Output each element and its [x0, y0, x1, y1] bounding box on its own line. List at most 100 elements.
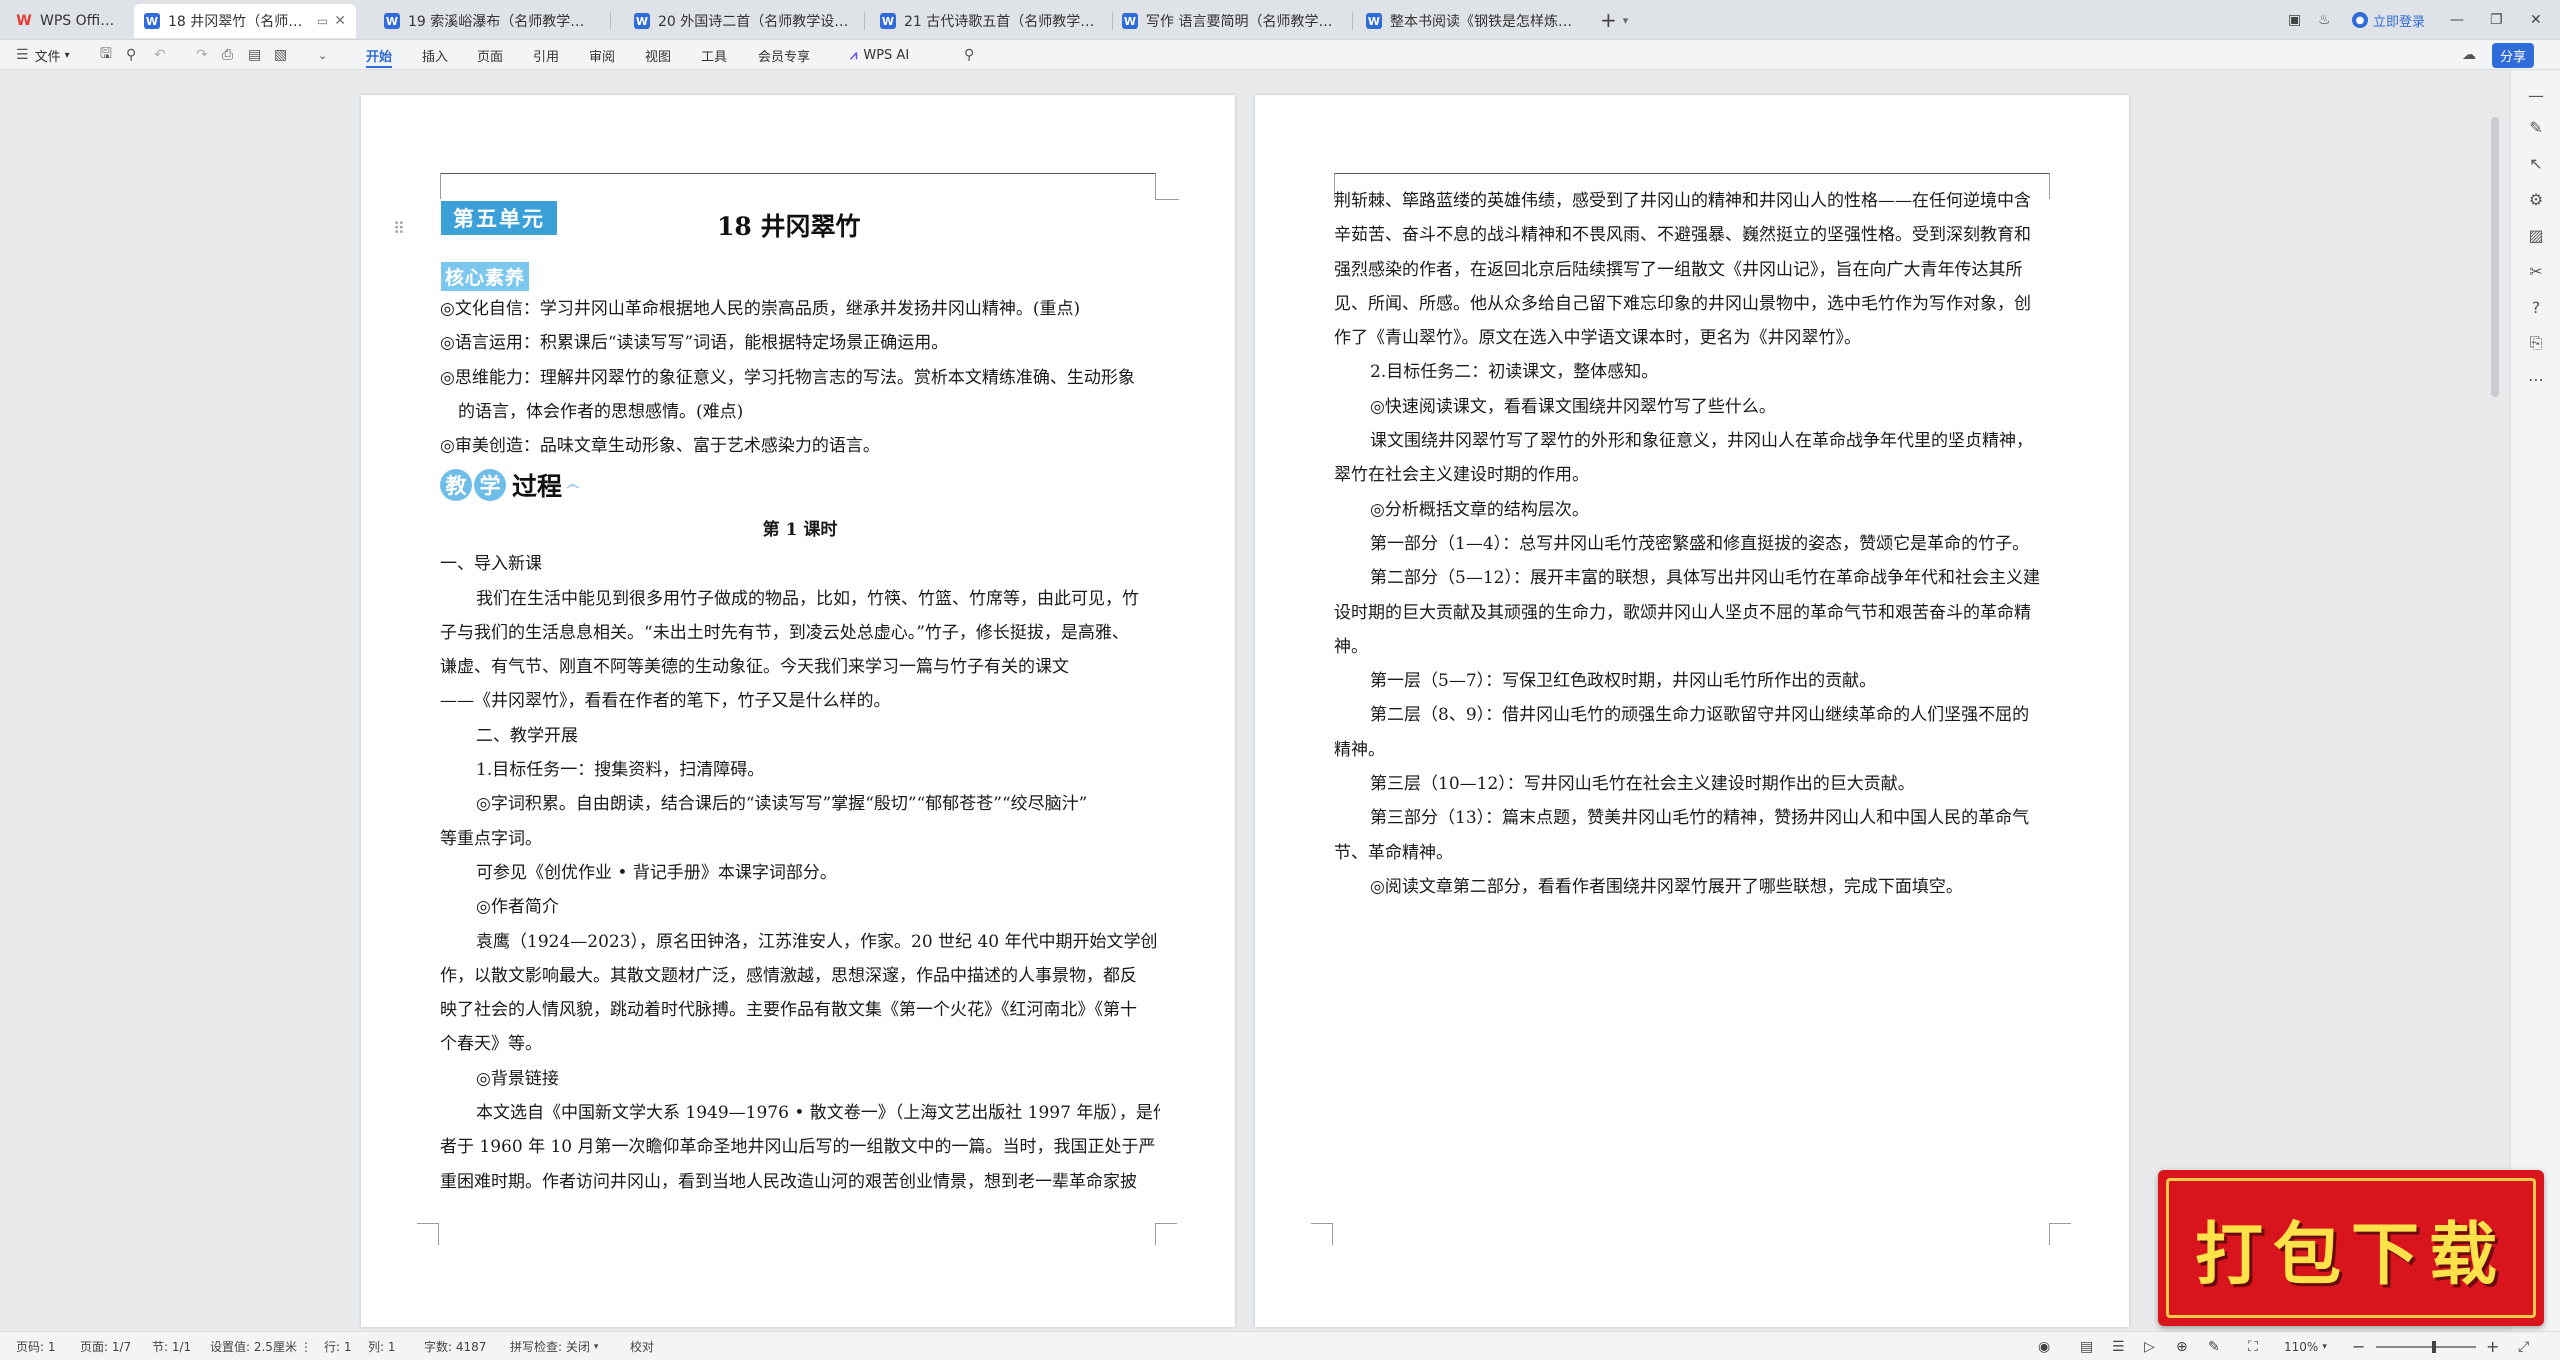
plus-icon: + [2486, 1337, 2500, 1356]
chevron-down-icon: ▾ [1622, 13, 1629, 27]
close-window-button[interactable]: ✕ [2530, 0, 2542, 40]
close-tab-icon[interactable]: ✕ [334, 13, 346, 29]
page-1-body: 第 1 课时 一、导入新课 我们在生活中能见到很多用竹子做成的物品，比如，竹筷、… [440, 513, 1160, 1199]
status-section[interactable]: 节: 1/1 [152, 1332, 191, 1360]
status-word-count[interactable]: 字数: 4187 [424, 1332, 486, 1360]
format-painter-button[interactable]: ▧ [274, 40, 287, 70]
help-button[interactable]: ? [2526, 297, 2546, 317]
search-button[interactable]: ⚲ [964, 40, 974, 70]
tab-doc-21[interactable]: W 21 古代诗歌五首（名师教学设计-简案） [870, 4, 1108, 38]
select-button[interactable]: ↖ [2526, 153, 2546, 173]
shirt-icon: ♨ [2318, 12, 2331, 28]
zoom-level[interactable]: 110% ▾ [2284, 1332, 2327, 1360]
tab-separator [610, 12, 611, 30]
ribbon-tab-tools[interactable]: 工具 [701, 40, 727, 70]
wps-ai-button[interactable]: ⩘ WPS AI [850, 40, 909, 70]
status-pages[interactable]: 页面: 1/7 [80, 1332, 131, 1360]
status-col[interactable]: 列: 1 [368, 1332, 396, 1360]
paragraph-line: 作，以散文影响最大。其散文题材广泛，感情激越，思想深邃，作品中描述的人事景物，都… [440, 965, 1137, 986]
status-spell-check[interactable]: 拼写检查: 关闭 ▾ [510, 1332, 598, 1360]
brush-icon: ▧ [274, 47, 288, 63]
cloud-sync-button[interactable]: ☁ [2462, 40, 2476, 70]
ribbon-tab-label: 引用 [533, 49, 560, 65]
status-row[interactable]: 行: 1 [324, 1332, 352, 1360]
ribbon-tab-view[interactable]: 视图 [645, 40, 671, 70]
layout-button[interactable]: ▣ [2288, 0, 2301, 40]
read-view-button[interactable]: ▷ [2144, 1332, 2155, 1360]
outline-view-button[interactable]: ☰ [2112, 1332, 2125, 1360]
document-page-2[interactable]: 荆斩棘、筚路蓝缕的英雄伟绩，感受到了井冈山的精神和井冈山人的性格——在任何逆境中… [1255, 95, 2129, 1327]
eye-icon: ◉ [2038, 1338, 2051, 1355]
backup-button[interactable]: ⎘ [2526, 333, 2546, 353]
user-icon: ● [2352, 12, 2368, 28]
core-item: 的语言，体会作者的思想感情。(难点) [458, 401, 744, 422]
layout-icon: ▣ [2288, 12, 2302, 28]
paragraph-line: 可参见《创优作业 • 背记手册》本课字词部分。 [476, 862, 837, 883]
tab-doc-book[interactable]: W 整本书阅读《钢铁是怎样炼成的》（名师教学设计-简案） [1356, 4, 1594, 38]
zoom-slider-handle[interactable] [2432, 1341, 2436, 1353]
collapse-panel-button[interactable]: — [2526, 85, 2546, 105]
document-page-1[interactable]: ⠿ 第五单元 18 井冈翠竹 核心素养 ◎文化自信：学习井冈山革命根据地人民的崇… [361, 95, 1235, 1327]
share-button[interactable]: 分享 [2492, 40, 2535, 70]
status-more[interactable]: ⋮ [300, 1332, 312, 1360]
tab-doc-20[interactable]: W 20 外国诗二首（名师教学设计-简案） [624, 4, 860, 38]
ribbon-tab-review[interactable]: 审阅 [589, 40, 615, 70]
ribbon-tab-label: 视图 [645, 49, 672, 65]
ribbon-tab-home[interactable]: 开始 [366, 40, 393, 70]
ribbon-tab-page[interactable]: 页面 [477, 40, 503, 70]
ribbon-tab-label: 页面 [477, 49, 504, 65]
pdf-button[interactable]: ▤ [248, 40, 261, 70]
more-quick-button[interactable]: ⌄ [318, 40, 327, 70]
page-view-icon: ▤ [2080, 1338, 2094, 1355]
save-button[interactable]: 🖫 [100, 40, 112, 70]
wrench-icon: ✂ [2529, 261, 2543, 281]
paragraph-line: 翠竹在社会主义建设时期的作用。 [1334, 465, 1589, 486]
chevron-down-icon: ▾ [2322, 1341, 2327, 1352]
screen-icon[interactable]: ▭ [317, 14, 328, 28]
login-button[interactable]: ● 立即登录 [2352, 0, 2425, 40]
save-icon: 🖫 [100, 46, 112, 62]
ribbon-tab-member[interactable]: 会员专享 [758, 40, 810, 70]
status-setting[interactable]: 设置值: 2.5厘米 [210, 1332, 297, 1360]
web-view-button[interactable]: ⊕ [2176, 1332, 2188, 1360]
vertical-scrollbar[interactable] [2491, 117, 2499, 397]
file-menu[interactable]: ☰ 文件 ▾ [16, 40, 70, 70]
edit-button[interactable]: ✎ [2526, 117, 2546, 137]
undo-button[interactable]: ↶ [154, 40, 166, 70]
skin-button[interactable]: ♨ [2318, 0, 2331, 40]
restore-button[interactable]: ❐ [2490, 0, 2503, 40]
download-pack-banner[interactable]: 打包下载 [2158, 1170, 2544, 1326]
ribbon-tab-insert[interactable]: 插入 [422, 40, 448, 70]
fit-page-button[interactable]: ⛶ [2248, 1332, 2258, 1360]
page-view-button[interactable]: ▤ [2080, 1332, 2093, 1360]
write-view-button[interactable]: ✎ [2208, 1332, 2220, 1360]
search-replace-button[interactable]: ⚲ [126, 40, 136, 70]
adjust-button[interactable]: ⚙ [2526, 189, 2546, 209]
drag-handle-icon[interactable]: ⠿ [393, 219, 405, 238]
eye-protect-button[interactable]: ◉ [2038, 1332, 2050, 1360]
word-doc-icon: W [1366, 13, 1382, 29]
more-button[interactable]: ⋯ [2526, 369, 2546, 389]
tab-doc-18[interactable]: W 18 井冈翠竹（名师教学设计-简案） ▭ ✕ [134, 4, 356, 38]
print-button[interactable]: ⎙ [222, 40, 233, 70]
minimize-button[interactable]: — [2450, 0, 2464, 40]
status-page-number[interactable]: 页码: 1 [16, 1332, 56, 1360]
redo-button[interactable]: ↷ [196, 40, 208, 70]
tab-doc-19[interactable]: W 19 索溪峪瀑布（名师教学设计-简案） [374, 4, 604, 38]
fullscreen-button[interactable]: ⤢ [2518, 1332, 2529, 1360]
paragraph-line: 袁鹰（1924—2023），原名田钟洛，江苏淮安人，作家。20 世纪 40 年代… [476, 931, 1158, 952]
paragraph-line: 我们在生活中能见到很多用竹子做成的物品，比如，竹筷、竹篮、竹席等，由此可见，竹 [476, 588, 1139, 609]
tools-button[interactable]: ✂ [2526, 261, 2546, 281]
ribbon-tab-reference[interactable]: 引用 [533, 40, 559, 70]
paragraph-line: 节、革命精神。 [1334, 842, 1453, 863]
tab-wps-home[interactable]: W WPS Office [6, 4, 126, 38]
zoom-in-button[interactable]: + [2486, 1332, 2499, 1360]
crop-mark [1155, 199, 1179, 221]
status-proofread[interactable]: 校对 [630, 1332, 654, 1360]
image-button[interactable]: ▨ [2526, 225, 2546, 245]
lesson-title: 18 井冈翠竹 [717, 212, 861, 241]
zoom-out-button[interactable]: − [2352, 1332, 2365, 1360]
new-tab-button[interactable]: + ▾ [1600, 0, 1628, 40]
zoom-slider[interactable] [2376, 1346, 2476, 1348]
tab-doc-writing[interactable]: W 写作 语言要简明（名师教学设计-简案） [1112, 4, 1348, 38]
